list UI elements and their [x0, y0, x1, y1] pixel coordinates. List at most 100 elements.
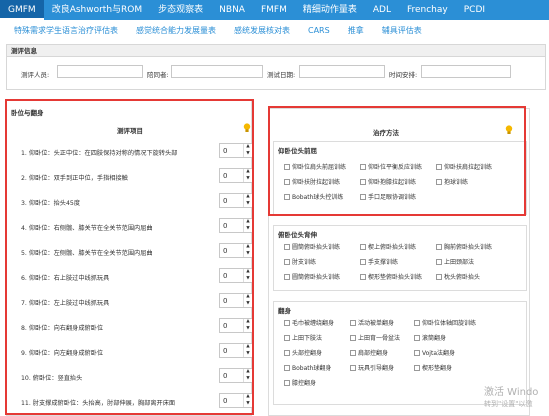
checkbox[interactable]	[284, 319, 290, 326]
checkbox[interactable]	[350, 334, 356, 341]
treatment-option[interactable]: 仰卧位平衡反应训练	[360, 162, 422, 171]
checkbox[interactable]	[284, 349, 290, 356]
checkbox[interactable]	[350, 319, 356, 326]
stepper-arrows-icon[interactable]: ▲ ▼	[243, 394, 252, 407]
treatment-option[interactable]: 膝控翻身	[284, 378, 316, 387]
treatment-option[interactable]: 抱球训练	[436, 177, 468, 186]
score-stepper[interactable]: 0 ▲ ▼	[219, 393, 253, 408]
checkbox[interactable]	[414, 364, 420, 371]
checkbox[interactable]	[284, 178, 290, 185]
score-stepper[interactable]: 0 ▲ ▼	[219, 243, 253, 258]
tab-gait-observation[interactable]: 步态观察表	[150, 0, 211, 20]
treatment-option[interactable]: 上田育一骨盆法	[350, 333, 400, 342]
checkbox[interactable]	[360, 273, 366, 280]
tab-language-therapy[interactable]: 特殊需求学生语言治疗评估表	[14, 25, 118, 36]
stepper-arrows-icon[interactable]: ▲ ▼	[243, 169, 252, 182]
checkbox[interactable]	[436, 258, 442, 265]
checkbox[interactable]	[360, 178, 366, 185]
score-stepper[interactable]: 0 ▲ ▼	[219, 318, 253, 333]
tab-sensory-integration[interactable]: 感觉统合能力发展量表	[136, 25, 216, 36]
checkbox[interactable]	[360, 258, 366, 265]
checkbox[interactable]	[284, 258, 290, 265]
checkbox[interactable]	[360, 243, 366, 250]
stepper-arrows-icon[interactable]: ▲ ▼	[243, 344, 252, 357]
checkbox[interactable]	[284, 364, 290, 371]
test-date-input[interactable]	[299, 65, 385, 78]
checkbox[interactable]	[284, 243, 290, 250]
tab-frenchay[interactable]: Frenchay	[399, 0, 456, 20]
treatment-option[interactable]: 楔形垫翻身	[414, 363, 452, 372]
checkbox[interactable]	[436, 178, 442, 185]
treatment-option[interactable]: Bobath球头控训练	[284, 192, 343, 201]
checkbox[interactable]	[360, 193, 366, 200]
lightbulb-icon[interactable]	[505, 125, 513, 135]
treatment-option[interactable]: 肩部控翻身	[350, 348, 388, 357]
stepper-arrows-icon[interactable]: ▲ ▼	[243, 269, 252, 282]
checkbox[interactable]	[414, 319, 420, 326]
treatment-option[interactable]: Bobath球翻身	[284, 363, 331, 372]
checkbox[interactable]	[360, 163, 366, 170]
tab-gmfm[interactable]: GMFM	[0, 0, 44, 20]
lightbulb-icon[interactable]	[243, 123, 251, 133]
score-stepper[interactable]: 0 ▲ ▼	[219, 343, 253, 358]
treatment-option[interactable]: 玩具引导翻身	[350, 363, 394, 372]
checkbox[interactable]	[284, 193, 290, 200]
checkbox[interactable]	[350, 364, 356, 371]
checkbox[interactable]	[414, 334, 420, 341]
stepper-arrows-icon[interactable]: ▲ ▼	[243, 294, 252, 307]
score-stepper[interactable]: 0 ▲ ▼	[219, 218, 253, 233]
evaluator-input[interactable]	[57, 65, 143, 78]
treatment-option[interactable]: 上田下肢法	[284, 333, 322, 342]
treatment-option[interactable]: 毛巾被缠绕翻身	[284, 318, 334, 327]
tab-sensory-checklist[interactable]: 感统发展核对表	[234, 25, 290, 36]
checkbox[interactable]	[414, 349, 420, 356]
checkbox[interactable]	[436, 163, 442, 170]
stepper-arrows-icon[interactable]: ▲ ▼	[243, 144, 252, 157]
tab-nbna[interactable]: NBNA	[211, 0, 253, 20]
treatment-option[interactable]: 楔上俯卧抬头训练	[360, 242, 416, 251]
treatment-option[interactable]: 仰卧抱膝拉起训练	[360, 177, 416, 186]
treatment-option[interactable]: 肘支训练	[284, 257, 316, 266]
treatment-option[interactable]: 仰卧扶肘拉起训练	[284, 177, 340, 186]
treatment-option[interactable]: 滚筒翻身	[414, 333, 446, 342]
treatment-option[interactable]: 仰卧位体轴回旋训练	[414, 318, 476, 327]
score-stepper[interactable]: 0 ▲ ▼	[219, 168, 253, 183]
checkbox[interactable]	[436, 243, 442, 250]
treatment-option[interactable]: 圆筒俯卧抬头训练	[284, 242, 340, 251]
score-stepper[interactable]: 0 ▲ ▼	[219, 143, 253, 158]
stepper-arrows-icon[interactable]: ▲ ▼	[243, 319, 252, 332]
treatment-option[interactable]: 手支撑训练	[360, 257, 398, 266]
treatment-option[interactable]: 仰卧扶肩拉起训练	[436, 162, 492, 171]
checkbox[interactable]	[284, 379, 290, 386]
stepper-arrows-icon[interactable]: ▲ ▼	[243, 219, 252, 232]
stepper-arrows-icon[interactable]: ▲ ▼	[243, 244, 252, 257]
treatment-option[interactable]: 头部控翻身	[284, 348, 322, 357]
treatment-option[interactable]: 胸前俯卧抬头训练	[436, 242, 492, 251]
checkbox[interactable]	[284, 273, 290, 280]
treatment-option[interactable]: 圆筒俯卧抬头训练	[284, 272, 340, 281]
checkbox[interactable]	[284, 334, 290, 341]
score-stepper[interactable]: 0 ▲ ▼	[219, 268, 253, 283]
treatment-option[interactable]: 手口足眼协调训练	[360, 192, 416, 201]
tab-fmfm[interactable]: FMFM	[253, 0, 295, 20]
stepper-arrows-icon[interactable]: ▲ ▼	[243, 194, 252, 207]
treatment-option[interactable]: 活动被单翻身	[350, 318, 394, 327]
checkbox[interactable]	[350, 349, 356, 356]
treatment-option[interactable]: 仰卧位肩头前屈训练	[284, 162, 346, 171]
tab-ashworth-rom[interactable]: 改良Ashworth与ROM	[44, 0, 150, 20]
tab-assistive-device[interactable]: 辅具评估表	[382, 25, 422, 36]
stepper-arrows-icon[interactable]: ▲ ▼	[243, 369, 252, 382]
treatment-option[interactable]: 上田颈部法	[436, 257, 474, 266]
treatment-option[interactable]: 楔形垫俯卧抬头训练	[360, 272, 422, 281]
companion-input[interactable]	[171, 65, 263, 78]
treatment-option[interactable]: 枕头俯卧抬头	[436, 272, 480, 281]
tab-adl[interactable]: ADL	[365, 0, 399, 20]
score-stepper[interactable]: 0 ▲ ▼	[219, 368, 253, 383]
schedule-input[interactable]	[421, 65, 511, 78]
checkbox[interactable]	[284, 163, 290, 170]
score-stepper[interactable]: 0 ▲ ▼	[219, 193, 253, 208]
treatment-option[interactable]: Vojta法翻身	[414, 348, 455, 357]
tab-fine-motor[interactable]: 精细动作量表	[295, 0, 365, 20]
tab-massage[interactable]: 推拿	[348, 25, 364, 36]
checkbox[interactable]	[436, 273, 442, 280]
